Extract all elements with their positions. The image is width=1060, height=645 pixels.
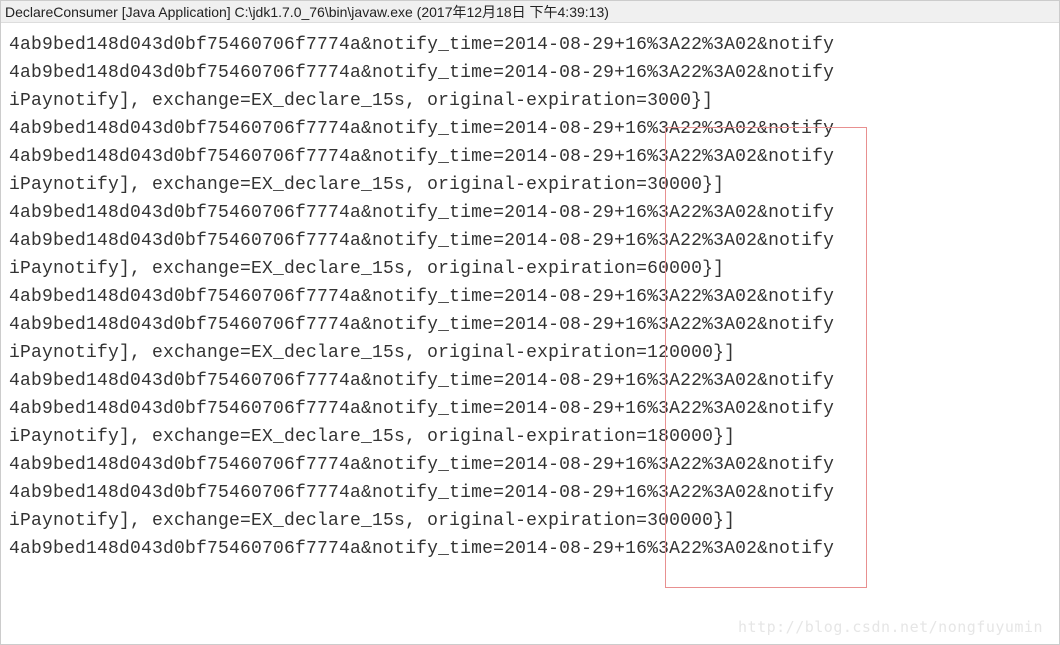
- console-line: 4ab9bed148d043d0bf75460706f7774a&notify_…: [9, 199, 1059, 227]
- console-line: iPaynotify], exchange=EX_declare_15s, or…: [9, 507, 1059, 535]
- console-header: DeclareConsumer [Java Application] C:\jd…: [1, 1, 1059, 23]
- console-line: 4ab9bed148d043d0bf75460706f7774a&notify_…: [9, 451, 1059, 479]
- console-line: 4ab9bed148d043d0bf75460706f7774a&notify_…: [9, 59, 1059, 87]
- console-line: 4ab9bed148d043d0bf75460706f7774a&notify_…: [9, 143, 1059, 171]
- console-line: 4ab9bed148d043d0bf75460706f7774a&notify_…: [9, 283, 1059, 311]
- console-title: DeclareConsumer [Java Application] C:\jd…: [5, 2, 609, 22]
- console-line: 4ab9bed148d043d0bf75460706f7774a&notify_…: [9, 395, 1059, 423]
- console-line: iPaynotify], exchange=EX_declare_15s, or…: [9, 339, 1059, 367]
- console-line: iPaynotify], exchange=EX_declare_15s, or…: [9, 87, 1059, 115]
- console-line: 4ab9bed148d043d0bf75460706f7774a&notify_…: [9, 479, 1059, 507]
- console-line: iPaynotify], exchange=EX_declare_15s, or…: [9, 171, 1059, 199]
- console-body[interactable]: 4ab9bed148d043d0bf75460706f7774a&notify_…: [1, 23, 1059, 644]
- console-line: 4ab9bed148d043d0bf75460706f7774a&notify_…: [9, 311, 1059, 339]
- console-line: iPaynotify], exchange=EX_declare_15s, or…: [9, 255, 1059, 283]
- console-line: 4ab9bed148d043d0bf75460706f7774a&notify_…: [9, 535, 1059, 563]
- console-line: 4ab9bed148d043d0bf75460706f7774a&notify_…: [9, 115, 1059, 143]
- console-line: iPaynotify], exchange=EX_declare_15s, or…: [9, 423, 1059, 451]
- console-line: 4ab9bed148d043d0bf75460706f7774a&notify_…: [9, 31, 1059, 59]
- console-line: 4ab9bed148d043d0bf75460706f7774a&notify_…: [9, 227, 1059, 255]
- console-line: 4ab9bed148d043d0bf75460706f7774a&notify_…: [9, 367, 1059, 395]
- watermark: http://blog.csdn.net/nongfuyumin: [738, 618, 1043, 636]
